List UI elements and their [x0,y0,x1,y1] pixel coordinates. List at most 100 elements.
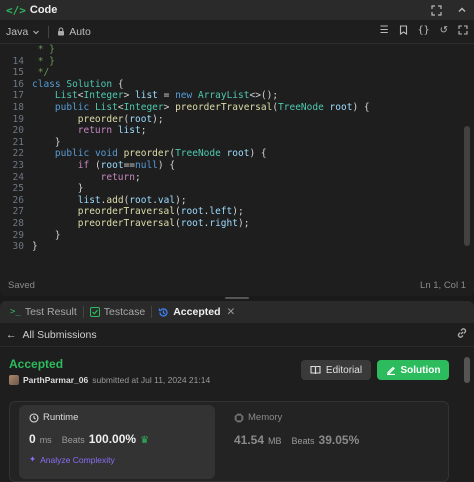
line-number: 24 [12,171,24,183]
code-text: List<Integer> list = new ArrayList<>(); [54,90,279,102]
tab-accepted[interactable]: Accepted ✕ [152,306,241,318]
terminal-icon: >_ [10,307,21,317]
code-line[interactable]: 29 } [0,230,474,242]
solution-button[interactable]: Solution [377,360,449,380]
analyze-complexity-link[interactable]: ✦ Analyze Complexity [29,454,205,465]
memory-beats-value: 39.05% [318,433,360,447]
code-panel-title: Code [29,4,58,16]
line-number [0,44,30,56]
result-scrollbar[interactable] [464,357,470,383]
code-line[interactable]: 23 if (root==null) { [0,160,474,172]
runtime-beats-label: Beats [61,435,85,445]
code-line[interactable]: 19 preorder(root); [0,114,474,126]
runtime-unit: ms [39,435,52,445]
code-line[interactable]: 14 * } [0,56,474,68]
result-panel: >_ Test Result Testcase Accepted ✕ ← All… [0,301,474,482]
editor-status-bar: Saved Ln 1, Col 1 [0,274,474,296]
stats-card: Runtime 0 ms Beats 100.00% ♛ ✦ Analyze C… [9,401,449,482]
braces-icon[interactable]: {} [418,25,430,38]
code-line[interactable]: 18 public List<Integer> preorderTraversa… [0,102,474,114]
reset-icon[interactable]: ↺ [440,25,448,38]
code-line[interactable]: 30} [0,241,474,253]
line-number: 28 [12,217,24,229]
submission-status: Accepted [9,357,64,371]
code-text: public void preorder(TreeNode root) { [54,148,267,160]
code-panel-header: </> Code [0,0,474,20]
code-line[interactable]: 28 preorderTraversal(root.right); [0,218,474,230]
line-number: 30 [12,241,24,253]
code-line[interactable]: 25 } [0,183,474,195]
history-icon [159,307,168,317]
code-text: * } [32,55,55,67]
language-select[interactable]: Java [6,26,40,38]
code-line[interactable]: 20 return list; [0,125,474,137]
memory-stat[interactable]: Memory 41.54 MB Beats 39.05% [234,412,434,447]
maximize-icon[interactable] [458,25,468,38]
runtime-stat[interactable]: Runtime 0 ms Beats 100.00% ♛ ✦ Analyze C… [19,405,215,479]
username-link[interactable]: ParthParmar_06 [23,375,88,385]
line-number: 17 [12,90,24,102]
editorial-button[interactable]: Editorial [301,360,371,380]
panel-resize-handle[interactable] [225,297,249,299]
book-icon [310,365,321,375]
code-line[interactable]: 22 public void preorder(TreeNode root) { [0,148,474,160]
editor-toolbar: Java Auto ☰ {} ↺ [0,20,474,44]
code-text: preorder(root); [77,113,164,125]
code-line[interactable]: * } [0,44,474,56]
line-number: 16 [12,78,24,90]
code-line[interactable]: 24 return; [0,172,474,184]
runtime-beats-value: 100.00% [88,432,137,446]
link-icon[interactable] [456,327,468,342]
tab-label: Test Result [24,306,77,318]
tab-label: Testcase [103,306,146,318]
result-tabs: >_ Test Result Testcase Accepted ✕ [0,301,474,323]
editor-scrollbar[interactable] [464,126,470,246]
code-line[interactable]: 17 List<Integer> list = new ArrayList<>(… [0,90,474,102]
expand-icon[interactable] [430,4,442,16]
code-icon: </> [6,3,26,17]
code-text: return list; [77,125,147,137]
code-editor[interactable]: * } 14 * } 15 */16 class Solution {17 List<… [0,44,474,276]
lock-icon [58,27,65,36]
line-number: 22 [12,148,24,160]
submission-meta: ParthParmar_06 submitted at Jul 11, 2024… [9,375,210,385]
code-text: } [32,136,61,148]
line-number: 29 [12,229,24,241]
submission-subheader: ← All Submissions [0,323,474,347]
tab-testcase[interactable]: Testcase [84,306,151,318]
code-line[interactable]: 27 preorderTraversal(root.left); [0,206,474,218]
code-line[interactable]: 21 } [0,137,474,149]
code-line[interactable]: 26 list.add(root.val); [0,195,474,207]
line-number: 25 [12,183,24,195]
bookmark-icon[interactable] [399,25,408,38]
runtime-label: Runtime [43,412,79,423]
close-icon[interactable]: ✕ [226,306,235,318]
submitted-time: submitted at Jul 11, 2024 21:14 [92,375,211,385]
line-number: 15 [12,67,24,79]
memory-label: Memory [248,412,283,423]
code-line[interactable]: 16 class Solution { [0,79,474,91]
leetcoin-icon: ♛ [140,435,150,446]
line-number: 27 [12,206,24,218]
auto-mode-toggle[interactable]: Auto [57,26,91,38]
analyze-label: Analyze Complexity [40,454,115,465]
line-number: 21 [12,136,24,148]
chevron-up-icon[interactable] [456,4,468,16]
code-text: if (root==null) { [77,159,176,171]
all-submissions-link[interactable]: All Submissions [23,329,97,341]
code-text: return; [100,171,141,183]
avatar[interactable] [9,375,19,385]
language-label: Java [6,25,29,38]
line-number: 14 [12,55,24,67]
format-icon[interactable]: ☰ [380,25,389,38]
chip-icon [234,413,244,422]
line-number: 23 [12,159,24,171]
runtime-value: 0 [29,432,36,446]
tab-test-result[interactable]: >_ Test Result [4,306,83,318]
clock-icon [29,412,39,423]
edit-icon [386,366,395,375]
back-arrow-icon[interactable]: ← [6,329,17,341]
tab-label: Accepted [173,306,221,318]
toolbar-divider [48,25,50,38]
code-line[interactable]: 15 */ [0,67,474,79]
